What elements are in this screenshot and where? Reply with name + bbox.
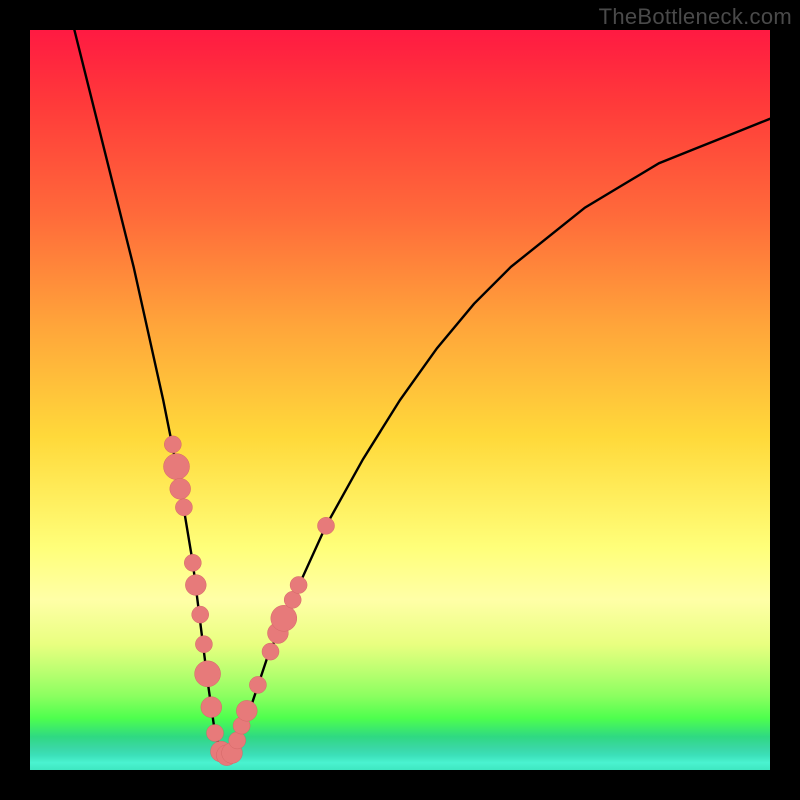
data-point <box>249 676 266 693</box>
data-point <box>184 554 201 571</box>
data-point <box>195 636 212 653</box>
data-point <box>164 436 181 453</box>
watermark-text: TheBottleneck.com <box>599 4 792 30</box>
plot-area <box>30 30 770 770</box>
data-points-group <box>164 436 335 766</box>
data-point <box>284 591 301 608</box>
data-point <box>192 606 209 623</box>
data-point <box>262 643 279 660</box>
data-point <box>175 499 192 516</box>
data-point <box>195 661 221 687</box>
data-point <box>318 517 335 534</box>
data-point <box>170 478 191 499</box>
data-point <box>185 575 206 596</box>
bottleneck-curve <box>74 30 770 755</box>
data-point <box>290 577 307 594</box>
chart-frame: TheBottleneck.com <box>0 0 800 800</box>
data-point <box>229 732 246 749</box>
data-point <box>236 700 257 721</box>
chart-svg <box>30 30 770 770</box>
data-point <box>164 454 190 480</box>
data-point <box>201 697 222 718</box>
data-point <box>271 605 297 631</box>
data-point <box>207 725 224 742</box>
